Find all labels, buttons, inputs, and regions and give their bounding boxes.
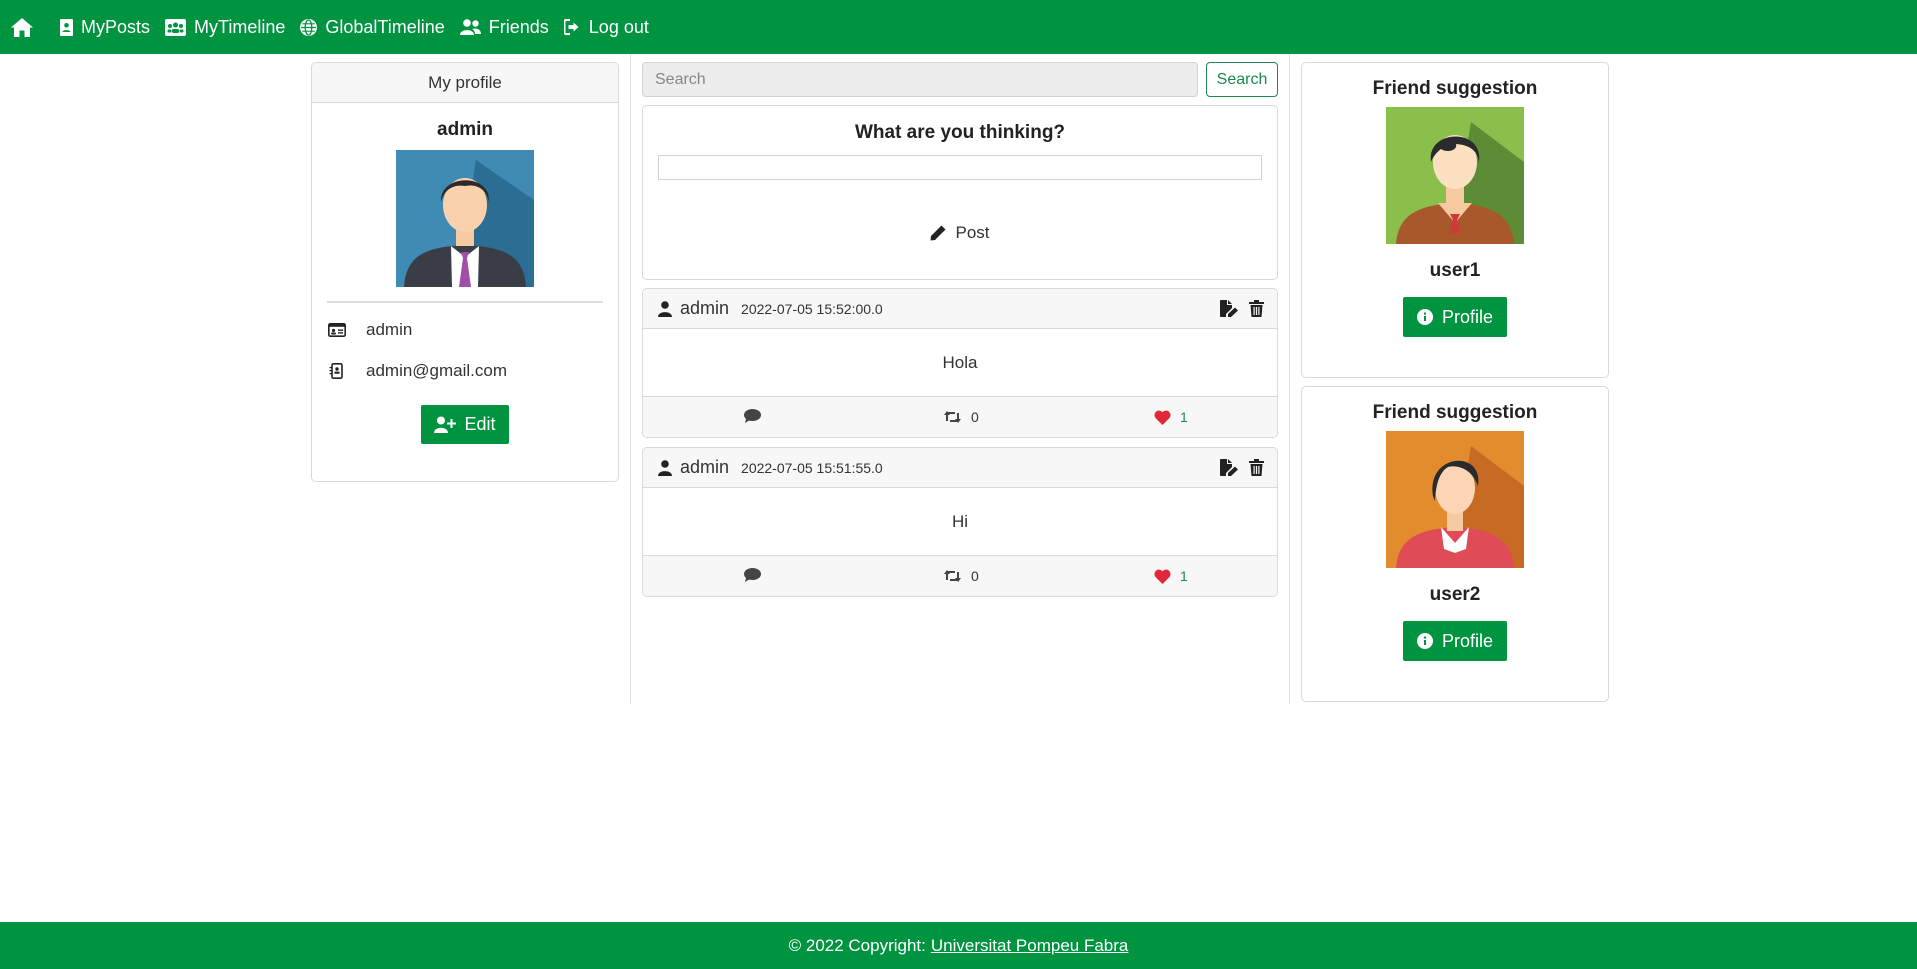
post-content: Hi — [643, 488, 1277, 556]
retweet-button[interactable]: 0 — [943, 568, 979, 584]
post-header: admin 2022-07-05 15:51:55.0 — [643, 448, 1277, 488]
sign-out-icon — [563, 19, 579, 35]
info-circle-icon — [1416, 633, 1433, 649]
post-actions — [1210, 459, 1264, 476]
nav-friends-label: Friends — [488, 16, 549, 37]
info-circle-icon — [1416, 309, 1433, 325]
friend-suggestion-title: Friend suggestion — [1372, 78, 1538, 99]
search-input[interactable] — [642, 62, 1198, 97]
nav-mytimeline[interactable]: MyTimeline — [165, 17, 285, 38]
nav-friends[interactable]: Friends — [459, 16, 549, 38]
user-icon — [658, 300, 672, 317]
edit-profile-button[interactable]: Edit — [421, 405, 509, 444]
id-card-icon — [328, 323, 346, 337]
profile-button-label: Profile — [1441, 630, 1494, 651]
contact-badge-icon — [329, 363, 343, 379]
profile-avatar — [396, 150, 534, 287]
profile-divider — [327, 301, 603, 303]
like-count: 1 — [1180, 409, 1188, 425]
post-author[interactable]: admin — [680, 457, 729, 478]
nav-logout-label: Log out — [588, 16, 649, 37]
retweet-button[interactable]: 0 — [943, 409, 979, 425]
pencil-icon — [930, 225, 946, 241]
right-column-divider — [1289, 54, 1290, 704]
user-friends-icon — [459, 19, 481, 35]
copyright-text: © 2022 Copyright: — [788, 935, 926, 955]
friend-suggestion-card: Friend suggestion user1 Profile — [1301, 62, 1609, 378]
home-icon — [11, 17, 33, 37]
top-navbar: MyPosts MyTimeline GlobalTimeline Friend… — [0, 0, 1917, 54]
retweet-icon — [944, 570, 961, 582]
post-footer: 0 1 — [643, 556, 1277, 596]
left-column-divider — [630, 54, 631, 704]
post-actions — [1210, 300, 1264, 317]
users-group-icon — [165, 18, 187, 36]
comment-button[interactable] — [744, 568, 770, 582]
like-count: 1 — [1180, 568, 1188, 584]
friend-suggestion-title: Friend suggestion — [1372, 402, 1538, 423]
my-profile-card: My profile admin admin admin@gmail.com E… — [311, 62, 619, 482]
like-button[interactable]: 1 — [1154, 568, 1188, 584]
compose-input[interactable] — [658, 155, 1262, 180]
retweet-count: 0 — [971, 409, 979, 425]
edit-button-label: Edit — [464, 414, 496, 434]
compose-post-card: What are you thinking? Post — [642, 105, 1278, 280]
nav-myposts-label: MyPosts — [81, 16, 151, 37]
heart-icon — [1154, 569, 1171, 584]
page-footer: © 2022 Copyright: Universitat Pompeu Fab… — [0, 922, 1917, 969]
home-link[interactable] — [11, 17, 41, 37]
search-button[interactable]: Search — [1206, 62, 1278, 97]
retweet-count: 0 — [971, 568, 979, 584]
user-icon — [658, 459, 672, 476]
edit-file-icon[interactable] — [1220, 459, 1239, 476]
heart-icon — [1154, 410, 1171, 425]
user-card-icon — [60, 18, 73, 36]
comment-icon — [744, 409, 761, 423]
post-timestamp: 2022-07-05 15:51:55.0 — [741, 459, 883, 476]
globe-icon — [300, 18, 318, 36]
user-plus-icon — [434, 416, 457, 433]
post-timestamp: 2022-07-05 15:52:00.0 — [741, 300, 883, 317]
post-author[interactable]: admin — [680, 298, 729, 319]
nav-globaltimeline[interactable]: GlobalTimeline — [300, 16, 445, 38]
friend-avatar — [1386, 107, 1524, 244]
friend-suggestion-card: Friend suggestion user2 Profile — [1301, 386, 1609, 702]
trash-icon[interactable] — [1249, 300, 1264, 317]
friend-name: user2 — [1429, 584, 1481, 605]
profile-email: admin@gmail.com — [366, 361, 508, 380]
view-profile-button[interactable]: Profile — [1403, 621, 1507, 661]
edit-file-icon[interactable] — [1220, 300, 1239, 317]
compose-title: What are you thinking? — [854, 122, 1066, 143]
post-card: admin 2022-07-05 15:52:00.0 Hola 0 1 — [642, 288, 1278, 438]
profile-button-label: Profile — [1441, 306, 1494, 327]
profile-name: admin — [437, 119, 493, 140]
profile-username: admin — [366, 320, 413, 339]
profile-card-header: My profile — [312, 63, 618, 103]
friend-name: user1 — [1429, 260, 1481, 281]
nav-mytimeline-label: MyTimeline — [194, 16, 286, 37]
post-button[interactable]: Post — [643, 223, 1277, 243]
post-content: Hola — [643, 329, 1277, 397]
post-card: admin 2022-07-05 15:51:55.0 Hi 0 1 — [642, 447, 1278, 597]
post-button-label: Post — [955, 223, 990, 242]
profile-username-row: admin — [312, 320, 618, 340]
trash-icon[interactable] — [1249, 459, 1264, 476]
profile-email-row: admin@gmail.com — [312, 361, 618, 381]
university-link[interactable]: Universitat Pompeu Fabra — [931, 936, 1128, 956]
comment-icon — [744, 568, 761, 582]
post-header: admin 2022-07-05 15:52:00.0 — [643, 289, 1277, 329]
comment-button[interactable] — [744, 409, 770, 423]
nav-globaltimeline-label: GlobalTimeline — [325, 16, 445, 37]
nav-logout[interactable]: Log out — [563, 16, 649, 38]
friend-avatar — [1386, 431, 1524, 568]
nav-myposts[interactable]: MyPosts — [60, 17, 150, 38]
like-button[interactable]: 1 — [1154, 409, 1188, 425]
retweet-icon — [944, 411, 961, 423]
post-footer: 0 1 — [643, 397, 1277, 437]
view-profile-button[interactable]: Profile — [1403, 297, 1507, 337]
